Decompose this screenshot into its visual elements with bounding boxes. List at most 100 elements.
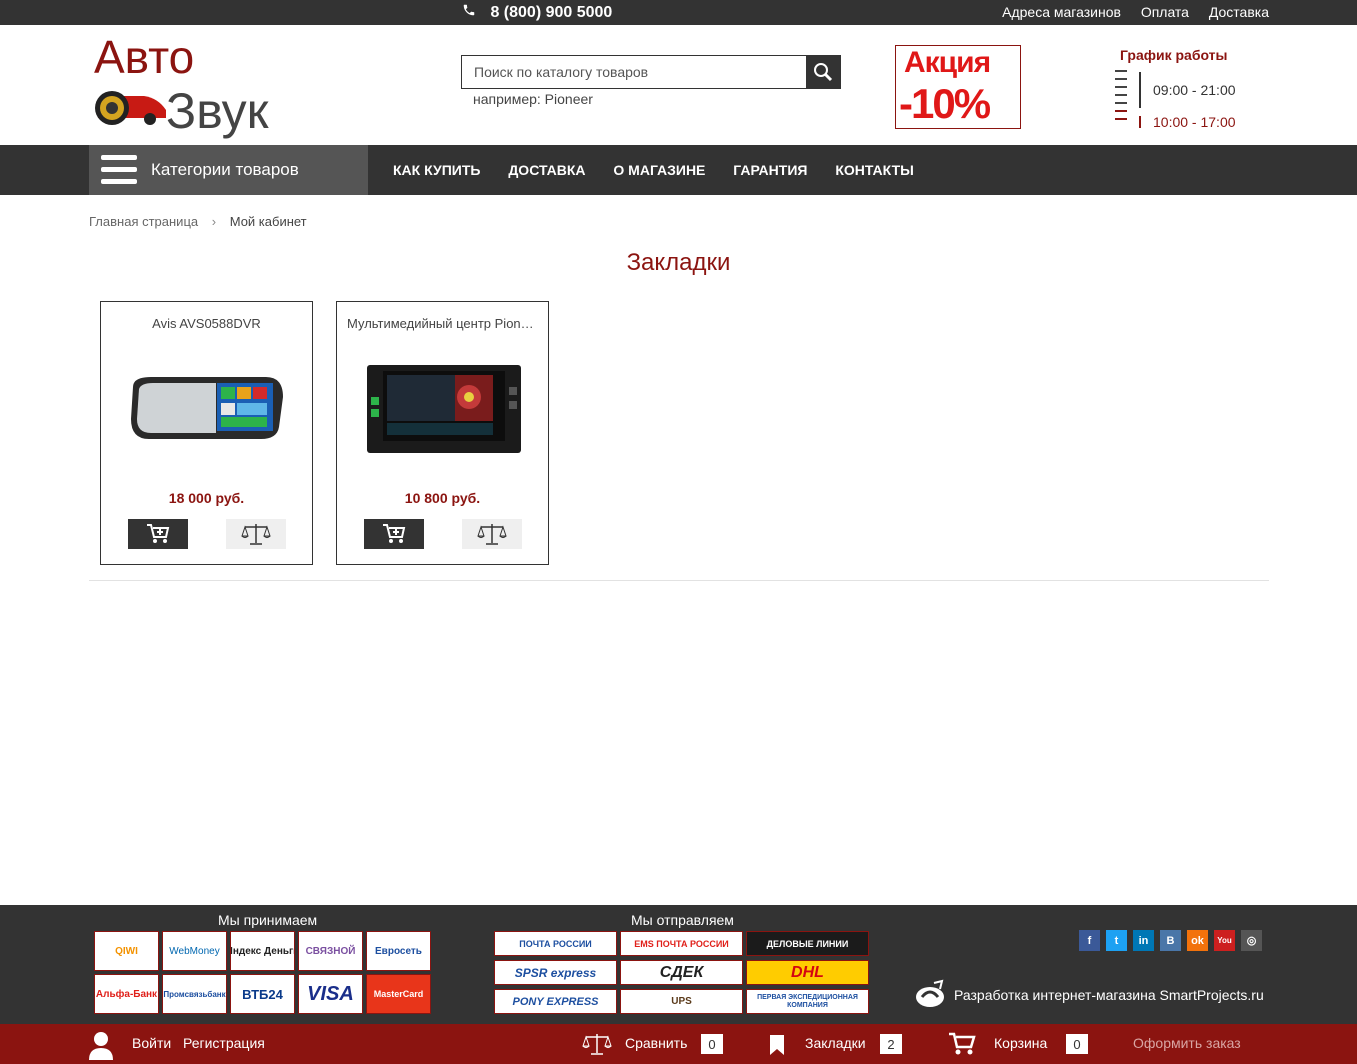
- breadcrumb: Главная страница › Мой кабинет: [89, 214, 307, 229]
- cart-icon[interactable]: [948, 1032, 976, 1056]
- promo-discount: -10%: [899, 80, 991, 127]
- chevron-right-icon: ›: [211, 214, 217, 229]
- bookmarks-link[interactable]: Закладки: [805, 1035, 866, 1051]
- cart-count: 0: [1066, 1034, 1088, 1054]
- footer: Мы принимаем QIWI WebMoney Яндекс Деньги…: [0, 905, 1357, 1024]
- dhl-logo: DHL: [746, 960, 869, 985]
- register-link[interactable]: Регистрация: [183, 1035, 265, 1051]
- compare-link[interactable]: Сравнить: [625, 1035, 687, 1051]
- youtube-icon[interactable]: You: [1214, 930, 1235, 951]
- compare-count: 0: [701, 1034, 723, 1054]
- login-link[interactable]: Войти: [132, 1035, 171, 1051]
- product-name[interactable]: Avis AVS0588DVR: [111, 316, 302, 331]
- nav-about[interactable]: О МАГАЗИНЕ: [613, 162, 705, 178]
- nav-warranty[interactable]: ГАРАНТИЯ: [733, 162, 807, 178]
- vk-icon[interactable]: B: [1160, 930, 1181, 951]
- checkout-link[interactable]: Оформить заказ: [1133, 1035, 1241, 1051]
- add-to-cart-button[interactable]: [364, 519, 424, 549]
- odnoklassniki-icon[interactable]: ok: [1187, 930, 1208, 951]
- ups-logo: UPS: [620, 989, 743, 1014]
- product-card: Avis AVS0588DVR 18 000 руб.: [100, 301, 313, 565]
- yandex-money-logo: Яндекс Деньги: [230, 931, 295, 971]
- scales-icon: [241, 524, 271, 545]
- search-button[interactable]: [806, 56, 840, 88]
- facebook-icon[interactable]: f: [1079, 930, 1100, 951]
- logo-line2: Звук: [166, 83, 269, 139]
- weekend-marker: [1139, 116, 1141, 128]
- search-icon: [814, 63, 833, 82]
- phone-text: 8 (800) 900 5000: [490, 4, 613, 21]
- search-hint: например: Pioneer: [473, 91, 593, 107]
- add-to-cart-icon: [383, 524, 406, 543]
- pek-logo: ПЕРВАЯ ЭКСПЕДИЦИОННАЯ КОМПАНИЯ: [746, 989, 869, 1014]
- categories-button[interactable]: Категории товаров: [89, 145, 368, 195]
- payments-title: Мы принимаем: [218, 912, 318, 928]
- vtb24-logo: ВТБ24: [230, 974, 295, 1014]
- categories-label: Категории товаров: [151, 160, 299, 179]
- twitter-icon[interactable]: t: [1106, 930, 1127, 951]
- logo-line1: Авто: [94, 31, 195, 83]
- add-to-cart-button[interactable]: [128, 519, 188, 549]
- product-price: 18 000 руб.: [168, 490, 245, 506]
- cart-link[interactable]: Корзина: [994, 1035, 1047, 1051]
- cdek-logo: СДЕК: [620, 960, 743, 985]
- weekday-marker: [1139, 72, 1141, 108]
- ems-logo: EMS ПОЧТА РОССИИ: [620, 931, 743, 956]
- user-icon[interactable]: [88, 1030, 114, 1060]
- compare-button[interactable]: [462, 519, 522, 549]
- weekday-hours: 09:00 - 21:00: [1153, 82, 1236, 98]
- product-image-head-unit[interactable]: [357, 357, 528, 467]
- promsvyazbank-logo: Промсвязьбанк: [162, 974, 227, 1014]
- scales-icon: [477, 524, 507, 545]
- link-store-addresses[interactable]: Адреса магазинов: [1002, 4, 1121, 20]
- phone-number[interactable]: 8 (800) 900 5000: [462, 3, 612, 22]
- shipping-title: Мы отправляем: [631, 912, 734, 928]
- top-links: Адреса магазинов Оплата Доставка: [986, 4, 1269, 20]
- phone-icon: [462, 3, 476, 22]
- weekend-hours: 10:00 - 17:00: [1153, 114, 1236, 130]
- euroset-logo: Евросеть: [366, 931, 431, 971]
- top-bar: 8 (800) 900 5000 Адреса магазинов Оплата…: [0, 0, 1357, 25]
- instagram-icon[interactable]: ◎: [1241, 930, 1262, 951]
- work-hours-title: График работы: [1120, 47, 1228, 63]
- divider: [89, 580, 1269, 581]
- developer-text: Разработка интернет-магазина SmartProjec…: [954, 987, 1264, 1003]
- nav-menu: КАК КУПИТЬ ДОСТАВКА О МАГАЗИНЕ ГАРАНТИЯ …: [393, 162, 938, 178]
- alfa-bank-logo: Альфа-Банк: [94, 974, 159, 1014]
- nav-how-to-buy[interactable]: КАК КУПИТЬ: [393, 162, 480, 178]
- bookmark-icon[interactable]: [768, 1034, 786, 1056]
- russian-post-logo: ПОЧТА РОССИИ: [494, 931, 617, 956]
- product-price: 10 800 руб.: [404, 490, 481, 506]
- search-input[interactable]: [462, 56, 807, 88]
- site-logo[interactable]: Авто Звук: [88, 30, 278, 140]
- main-nav: Категории товаров КАК КУПИТЬ ДОСТАВКА О …: [0, 145, 1357, 195]
- link-delivery[interactable]: Доставка: [1209, 4, 1269, 20]
- product-name[interactable]: Мультимедийный центр Pioneer: [347, 316, 538, 331]
- calendar-icon: [1115, 70, 1127, 130]
- webmoney-logo: WebMoney: [162, 931, 227, 971]
- search-box: [461, 55, 841, 89]
- product-image-mirror-dvr[interactable]: [121, 357, 292, 467]
- link-payment[interactable]: Оплата: [1141, 4, 1189, 20]
- visa-logo: VISA: [298, 974, 363, 1014]
- promo-banner[interactable]: Акция -10%: [895, 45, 1021, 129]
- page-title: Закладки: [626, 249, 731, 276]
- breadcrumb-current: Мой кабинет: [229, 214, 307, 229]
- compare-icon[interactable]: [582, 1031, 612, 1057]
- pony-express-logo: PONY EXPRESS: [494, 989, 617, 1014]
- delovye-linii-logo: ДЕЛОВЫЕ ЛИНИИ: [746, 931, 869, 956]
- nav-delivery[interactable]: ДОСТАВКА: [508, 162, 585, 178]
- promo-title: Акция: [904, 46, 991, 79]
- car-speaker-icon: [95, 91, 166, 125]
- menu-icon: [101, 155, 137, 185]
- product-card: Мультимедийный центр Pioneer 10 800 руб.: [336, 301, 549, 565]
- compare-button[interactable]: [226, 519, 286, 549]
- svyaznoy-logo: СВЯЗНОЙ: [298, 931, 363, 971]
- linkedin-icon[interactable]: in: [1133, 930, 1154, 951]
- add-to-cart-icon: [147, 524, 170, 543]
- bottom-bar: Войти Регистрация Сравнить 0 Закладки 2 …: [0, 1024, 1357, 1064]
- nav-contacts[interactable]: КОНТАКТЫ: [835, 162, 913, 178]
- mastercard-logo: MasterCard: [366, 974, 431, 1014]
- breadcrumb-home[interactable]: Главная страница: [89, 214, 198, 229]
- smartprojects-logo-icon: [916, 979, 944, 1007]
